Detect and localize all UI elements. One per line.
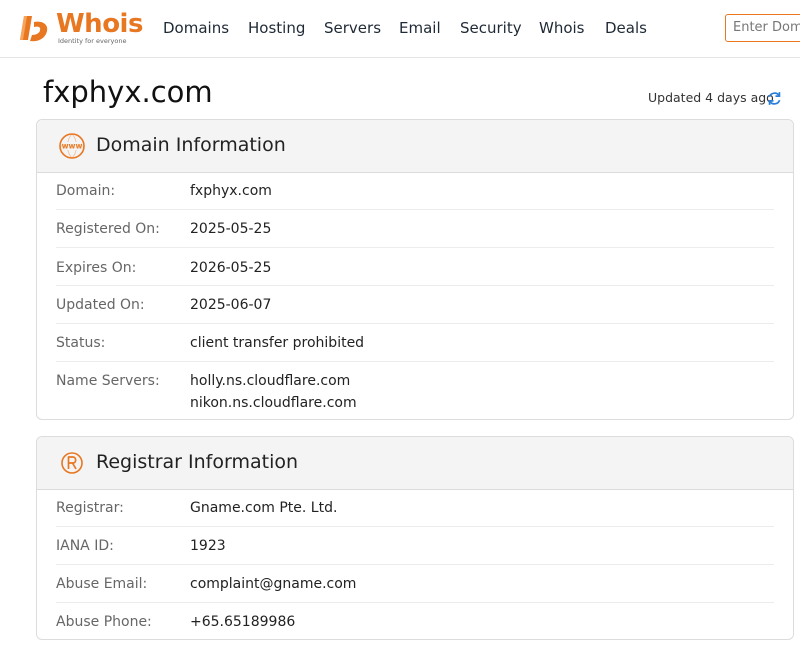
logo-tagline: Identity for everyone xyxy=(58,37,127,45)
row-label: Registrar: xyxy=(56,500,124,516)
top-navbar: Whois Identity for everyone Domains Host… xyxy=(0,0,800,58)
row-value: 2026-05-25 xyxy=(190,260,272,276)
info-row: Status: client transfer prohibited xyxy=(56,324,774,362)
info-row: Updated On: 2025-06-07 xyxy=(56,286,774,324)
row-value: 2025-06-07 xyxy=(190,297,272,313)
www-icon-label: www xyxy=(62,142,83,151)
info-row: IANA ID: 1923 xyxy=(56,527,774,565)
row-label: Expires On: xyxy=(56,260,137,276)
whois-logo[interactable]: Whois Identity for everyone xyxy=(18,8,143,48)
info-row: Expires On: 2026-05-25 xyxy=(56,248,774,286)
row-label: Updated On: xyxy=(56,297,145,313)
row-value: 2025-05-25 xyxy=(190,221,272,237)
domain-information-card: www Domain Information Domain: fxphyx.co… xyxy=(36,119,794,420)
row-value: client transfer prohibited xyxy=(190,335,365,351)
info-row: Abuse Email: complaint@gname.com xyxy=(56,565,774,603)
name-server-value: holly.ns.cloudflare.com xyxy=(190,373,351,389)
nav-hosting[interactable]: Hosting xyxy=(248,0,305,57)
nav-security[interactable]: Security xyxy=(460,0,522,57)
search-input[interactable]: Enter Dom xyxy=(725,14,800,42)
row-value: fxphyx.com xyxy=(190,183,272,199)
row-value: complaint@gname.com xyxy=(190,576,357,592)
nav-whois[interactable]: Whois xyxy=(539,0,585,57)
card-header: Registrar Information xyxy=(37,437,793,490)
refresh-icon[interactable] xyxy=(766,90,783,107)
logo-icon xyxy=(20,16,48,42)
info-row: Registrar: Gname.com Pte. Ltd. xyxy=(56,489,774,527)
nav-deals[interactable]: Deals xyxy=(605,0,647,57)
card-title: Registrar Information xyxy=(96,451,299,473)
card-title: Domain Information xyxy=(96,134,286,156)
row-label: Abuse Email: xyxy=(56,576,148,592)
registrar-information-card: Registrar Information Registrar: Gname.c… xyxy=(36,436,794,640)
row-value: +65.65189986 xyxy=(190,614,296,630)
logo-text: Whois xyxy=(56,9,143,39)
row-label: Domain: xyxy=(56,183,116,199)
row-label: Name Servers: xyxy=(56,373,160,389)
row-value: Gname.com Pte. Ltd. xyxy=(190,500,338,516)
www-icon: www xyxy=(59,133,85,159)
card-header: www Domain Information xyxy=(37,120,793,173)
nav-servers[interactable]: Servers xyxy=(324,0,381,57)
row-label: Status: xyxy=(56,335,106,351)
page-title: fxphyx.com xyxy=(43,75,213,109)
row-value: 1923 xyxy=(190,538,226,554)
info-row: Abuse Phone: +65.65189986 xyxy=(56,603,774,639)
nav-email[interactable]: Email xyxy=(399,0,441,57)
row-label: IANA ID: xyxy=(56,538,114,554)
info-row: Domain: fxphyx.com xyxy=(56,172,774,210)
nav-domains[interactable]: Domains xyxy=(163,0,229,57)
info-row: Name Servers: holly.ns.cloudflare.com ni… xyxy=(56,362,774,418)
registered-icon xyxy=(61,452,83,474)
row-label: Abuse Phone: xyxy=(56,614,152,630)
name-server-value: nikon.ns.cloudflare.com xyxy=(190,395,357,411)
row-label: Registered On: xyxy=(56,221,160,237)
info-row: Registered On: 2025-05-25 xyxy=(56,210,774,248)
updated-status: Updated 4 days ago xyxy=(648,90,774,105)
